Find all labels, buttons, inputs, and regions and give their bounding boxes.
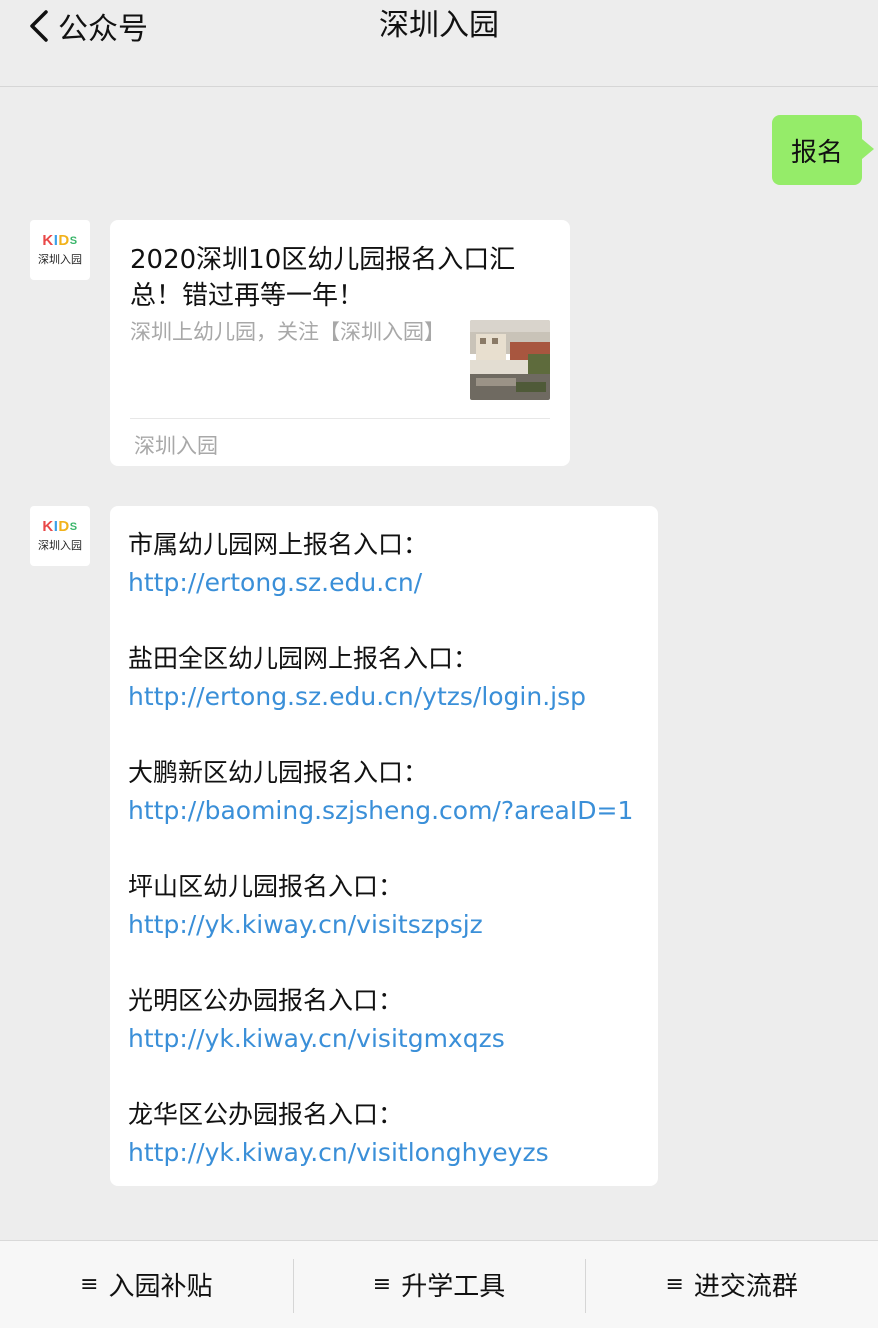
link-entry: 龙华区公办园报名入口： http://yk.kiway.cn/visitlongh…	[128, 1096, 640, 1172]
article-card[interactable]: 2020深圳10区幼儿园报名入口汇总！错过再等一年！ 深圳上幼儿园，关注【深圳入…	[110, 220, 570, 466]
link-label: 坪山区幼儿园报名入口：	[128, 872, 404, 901]
link-label: 大鹏新区幼儿园报名入口：	[128, 758, 429, 787]
link-entry: 市属幼儿园网上报名入口： http://ertong.sz.edu.cn/	[128, 526, 640, 602]
menu-item-label: 入园补贴	[108, 1272, 213, 1302]
article-thumbnail	[470, 320, 550, 400]
link-label: 龙华区公办园报名入口：	[128, 1100, 404, 1129]
link-entry: 大鹏新区幼儿园报名入口： http://baoming.szjsheng.com/…	[128, 754, 640, 830]
link-entry: 坪山区幼儿园报名入口： http://yk.kiway.cn/visitszpsj…	[128, 868, 640, 944]
menu-item-label: 进交流群	[693, 1272, 798, 1302]
top-bar: 公众号 深圳入园	[0, 0, 878, 87]
registration-link[interactable]: http://yk.kiway.cn/visitlonghyeyzs	[128, 1138, 549, 1167]
link-entry: 盐田全区幼儿园网上报名入口： http://ertong.sz.edu.cn/yt…	[128, 640, 640, 716]
link-label: 市属幼儿园网上报名入口：	[128, 530, 429, 559]
article-title: 2020深圳10区幼儿园报名入口汇总！错过再等一年！	[130, 245, 516, 311]
kids-logo: KIDS	[42, 518, 78, 535]
registration-link[interactable]: http://ertong.sz.edu.cn/ytzs/login.jsp	[128, 682, 586, 711]
user-message-bubble: 报名	[772, 115, 874, 185]
registration-link[interactable]: http://yk.kiway.cn/visitgmxqzs	[128, 1024, 505, 1053]
registration-link[interactable]: http://ertong.sz.edu.cn/	[128, 568, 422, 597]
links-message-bubble: 市属幼儿园网上报名入口： http://ertong.sz.edu.cn/ 盐田全…	[110, 506, 658, 1186]
link-label: 光明区公办园报名入口：	[128, 986, 404, 1015]
avatar-caption: 深圳入园	[38, 253, 82, 266]
avatar-caption: 深圳入园	[38, 539, 82, 552]
menu-item-label: 升学工具	[401, 1272, 506, 1302]
article-source: 深圳入园	[134, 434, 218, 458]
card-divider	[130, 418, 550, 419]
link-label: 盐田全区幼儿园网上报名入口：	[128, 644, 479, 673]
menu-item-group[interactable]: ≡ 进交流群	[585, 1241, 878, 1328]
menu-lines-icon: ≡	[80, 1271, 99, 1297]
menu-lines-icon: ≡	[372, 1271, 392, 1297]
account-avatar[interactable]: KIDS 深圳入园	[30, 220, 90, 280]
menu-item-tools[interactable]: ≡ 升学工具	[292, 1241, 586, 1328]
menu-lines-icon: ≡	[665, 1271, 684, 1297]
bottom-menu: ≡ 入园补贴 ≡ 升学工具 ≡ 进交流群	[0, 1240, 878, 1328]
account-avatar[interactable]: KIDS 深圳入园	[30, 506, 90, 566]
registration-link[interactable]: http://baoming.szjsheng.com/?areaID=1	[128, 796, 633, 825]
page-title: 深圳入园	[379, 8, 499, 43]
kids-logo: KIDS	[42, 232, 78, 249]
menu-item-subsidy[interactable]: ≡ 入园补贴	[0, 1241, 293, 1328]
article-description: 深圳上幼儿园，关注【深圳入园】	[130, 320, 445, 344]
link-entry: 光明区公办园报名入口： http://yk.kiway.cn/visitgmxqz…	[128, 982, 640, 1058]
registration-link[interactable]: http://yk.kiway.cn/visitszpsjz	[128, 910, 483, 939]
